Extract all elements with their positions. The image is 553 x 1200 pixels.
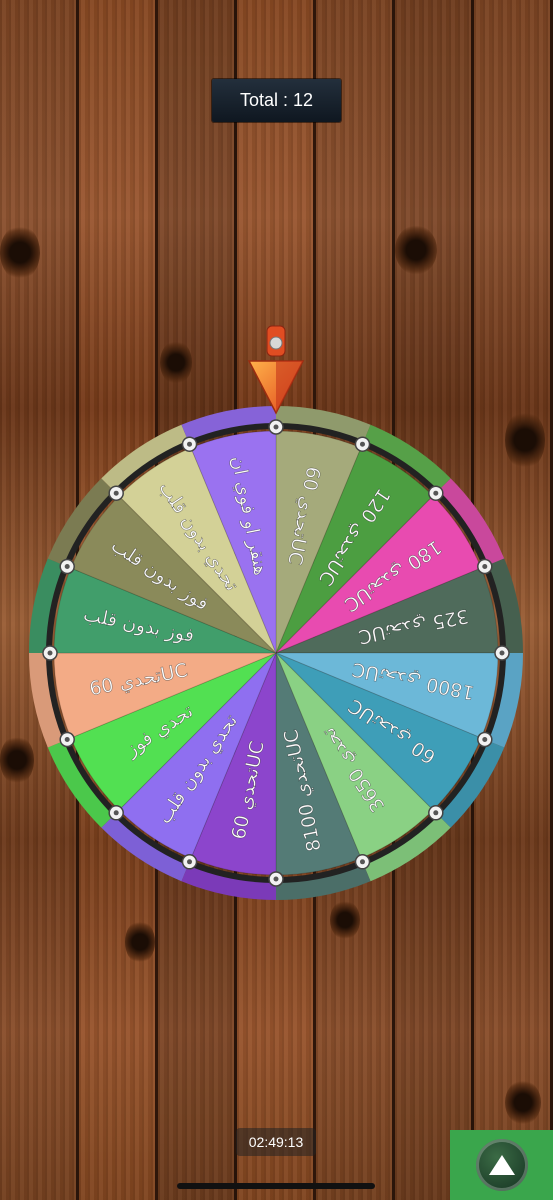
wheel-peg-center: [47, 650, 53, 656]
wood-knot: [330, 900, 360, 940]
home-indicator: [177, 1183, 375, 1189]
wheel-peg-center: [359, 441, 365, 447]
total-label: Total : 12: [239, 90, 314, 110]
wheel-peg-center: [359, 859, 365, 865]
wood-knot: [160, 340, 192, 385]
wheel-peg-center: [273, 424, 279, 430]
wheel-peg-center: [499, 650, 505, 656]
wheel-peg-center: [64, 736, 70, 742]
pointer-arrow-icon: [247, 325, 305, 415]
wheel-peg-center: [482, 564, 488, 570]
spin-button[interactable]: [450, 1130, 553, 1200]
wood-knot: [505, 1080, 541, 1125]
wheel-peg-center: [113, 810, 119, 816]
wood-knot: [0, 225, 40, 280]
total-counter: Total : 12: [212, 79, 341, 122]
prize-wheel[interactable]: تحدي 60UCتحدي 120UC تحدي 180UCتحدي 325UCت…: [26, 403, 526, 903]
wheel-peg-center: [433, 490, 439, 496]
timer-text: 02:49:13: [248, 1134, 304, 1150]
triangle-up-icon: [488, 1155, 515, 1175]
wood-knot: [395, 225, 437, 275]
wheel-peg-center: [64, 564, 70, 570]
wheel-peg-center: [482, 736, 488, 742]
wheel-peg-center: [187, 441, 193, 447]
countdown-timer: 02:49:13: [236, 1128, 316, 1156]
wood-knot: [125, 920, 155, 964]
wheel-peg-center: [113, 490, 119, 496]
wheel-peg-center: [273, 876, 279, 882]
wheel-peg-center: [187, 859, 193, 865]
wheel-peg-center: [433, 810, 439, 816]
spin-button-circle[interactable]: [475, 1139, 528, 1191]
